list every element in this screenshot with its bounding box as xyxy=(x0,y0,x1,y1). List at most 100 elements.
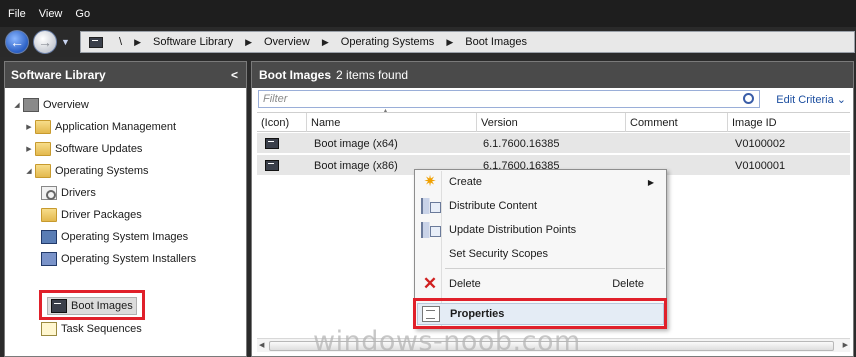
tree-node-drivers[interactable]: Drivers xyxy=(41,183,96,203)
menu-item-label: Create xyxy=(449,176,483,188)
tree-node-label: Application Management xyxy=(55,121,177,133)
os-installers-icon xyxy=(41,252,57,266)
back-arrow-icon: ← xyxy=(10,34,24,50)
row-version: 6.1.7600.16385 xyxy=(483,137,560,150)
overview-icon xyxy=(23,98,39,112)
menu-item-label: Distribute Content xyxy=(449,200,538,212)
edit-criteria-link[interactable]: Edit Criteria ⌄ xyxy=(776,93,846,106)
distribute-icon xyxy=(421,198,441,214)
breadcrumb-arrow-icon[interactable]: ▶ xyxy=(134,37,141,48)
column-header-name[interactable]: Name xyxy=(307,113,477,132)
menu-bar: File View Go xyxy=(0,0,856,27)
folder-icon xyxy=(35,142,51,156)
forward-button[interactable]: → xyxy=(33,30,57,54)
row-name: Boot image (x86) xyxy=(314,159,398,172)
filter-bar: Filter Edit Criteria ⌄ xyxy=(258,90,846,108)
menu-item-distribute-content[interactable]: Distribute Content xyxy=(417,195,664,217)
column-header-row: (Icon) Name Version Comment Image ID xyxy=(257,112,850,132)
menu-item-create[interactable]: ✷ Create ▶ xyxy=(417,171,664,193)
breadcrumb-overview[interactable]: Overview xyxy=(264,36,310,48)
menu-item-update-distribution-points[interactable]: Update Distribution Points xyxy=(417,219,664,241)
annotation-highlight-boot-images xyxy=(39,290,145,320)
tree-node-driver-packages[interactable]: Driver Packages xyxy=(41,205,142,225)
row-image-id: V0100002 xyxy=(735,137,786,150)
navigation-pane-header: Software Library < xyxy=(5,62,246,88)
tree-node-operating-system-images[interactable]: Operating System Images xyxy=(41,227,188,247)
menu-separator xyxy=(445,268,665,269)
menu-view[interactable]: View xyxy=(39,8,63,20)
folder-icon xyxy=(35,120,51,134)
tree-node-label: Operating Systems xyxy=(55,165,149,177)
tree-node-label: Task Sequences xyxy=(61,323,142,335)
table-row[interactable]: Boot image (x64) 6.1.7600.16385 V0100002 xyxy=(257,133,850,154)
breadcrumb-arrow-icon[interactable]: ▶ xyxy=(245,37,252,48)
results-pane-header: Boot Images 2 items found xyxy=(252,62,853,88)
column-header-image-id[interactable]: Image ID xyxy=(728,113,850,132)
task-sequence-icon xyxy=(41,322,57,336)
edit-criteria-label: Edit Criteria xyxy=(776,93,834,106)
tree-node-overview[interactable]: ◢ Overview xyxy=(11,95,89,115)
row-image-id: V0100001 xyxy=(735,159,786,172)
annotation-highlight-properties xyxy=(413,298,667,329)
boot-image-icon xyxy=(265,160,279,171)
menu-go[interactable]: Go xyxy=(75,8,90,20)
navigation-pane-title: Software Library xyxy=(11,68,106,82)
breadcrumb-arrow-icon[interactable]: ▶ xyxy=(322,37,329,48)
tree-node-label: Overview xyxy=(43,99,89,111)
menu-file[interactable]: File xyxy=(8,8,26,20)
collapsed-arrow-icon[interactable]: ▶ xyxy=(23,145,35,153)
delete-icon: ✕ xyxy=(422,274,438,293)
create-icon: ✷ xyxy=(423,173,437,190)
scroll-left-icon[interactable]: ◀ xyxy=(259,341,264,349)
breadcrumb-boot-images[interactable]: Boot Images xyxy=(465,36,527,48)
column-header-comment[interactable]: Comment xyxy=(626,113,728,132)
tree-node-label: Drivers xyxy=(61,187,96,199)
navigation-pane: Software Library < ◢ Overview ▶ Applicat… xyxy=(4,61,247,357)
menu-item-set-security-scopes[interactable]: Set Security Scopes xyxy=(417,243,664,265)
breadcrumb-arrow-icon[interactable]: ▶ xyxy=(446,37,453,48)
search-icon[interactable] xyxy=(743,93,755,104)
tree-node-label: Operating System Installers xyxy=(61,253,197,265)
driver-packages-icon xyxy=(41,208,57,222)
watermark: windows-noob.com xyxy=(313,326,581,357)
collapse-pane-icon[interactable]: < xyxy=(231,68,238,82)
row-name: Boot image (x64) xyxy=(314,137,398,150)
breadcrumb-root[interactable]: \ xyxy=(119,36,122,48)
boot-image-icon xyxy=(265,138,279,149)
history-dropdown-icon[interactable]: ▼ xyxy=(61,37,70,47)
os-images-icon xyxy=(41,230,57,244)
console-icon xyxy=(89,36,103,48)
tree-node-operating-systems[interactable]: ◢ Operating Systems xyxy=(23,161,149,181)
tree-node-label: Driver Packages xyxy=(61,209,142,221)
folder-icon xyxy=(35,164,51,178)
tree-node-application-management[interactable]: ▶ Application Management xyxy=(23,117,176,137)
item-count: 2 items found xyxy=(336,68,409,82)
back-button[interactable]: ← xyxy=(5,30,29,54)
address-bar: ← → ▼ \ ▶ Software Library ▶ Overview ▶ … xyxy=(0,27,856,57)
tree-node-label: Software Updates xyxy=(55,143,143,155)
filter-input[interactable]: Filter xyxy=(258,90,761,108)
menu-item-delete[interactable]: ✕ Delete Delete xyxy=(417,273,664,295)
breadcrumb-operating-systems[interactable]: Operating Systems xyxy=(341,36,435,48)
column-header-version[interactable]: Version xyxy=(477,113,626,132)
expanded-arrow-icon[interactable]: ◢ xyxy=(11,101,23,109)
breadcrumb-software-library[interactable]: Software Library xyxy=(153,36,233,48)
menu-item-shortcut: Delete xyxy=(612,278,644,290)
forward-arrow-icon: → xyxy=(38,34,52,50)
blank-icon xyxy=(421,246,439,262)
update-dp-icon xyxy=(421,222,441,238)
tree-node-task-sequences[interactable]: Task Sequences xyxy=(41,319,142,339)
menu-item-label: Set Security Scopes xyxy=(449,248,549,260)
tree-node-operating-system-installers[interactable]: Operating System Installers xyxy=(41,249,196,269)
chevron-down-icon: ⌄ xyxy=(836,93,846,106)
scroll-right-icon[interactable]: ▶ xyxy=(843,341,848,349)
drivers-icon xyxy=(41,186,57,200)
tree-node-label: Operating System Images xyxy=(61,231,189,243)
menu-item-label: Update Distribution Points xyxy=(449,224,577,236)
tree-node-software-updates[interactable]: ▶ Software Updates xyxy=(23,139,142,159)
submenu-arrow-icon: ▶ xyxy=(647,177,654,187)
expanded-arrow-icon[interactable]: ◢ xyxy=(23,167,35,175)
results-pane-title: Boot Images xyxy=(259,68,332,82)
column-header-icon[interactable]: (Icon) xyxy=(257,113,307,132)
collapsed-arrow-icon[interactable]: ▶ xyxy=(23,123,35,131)
